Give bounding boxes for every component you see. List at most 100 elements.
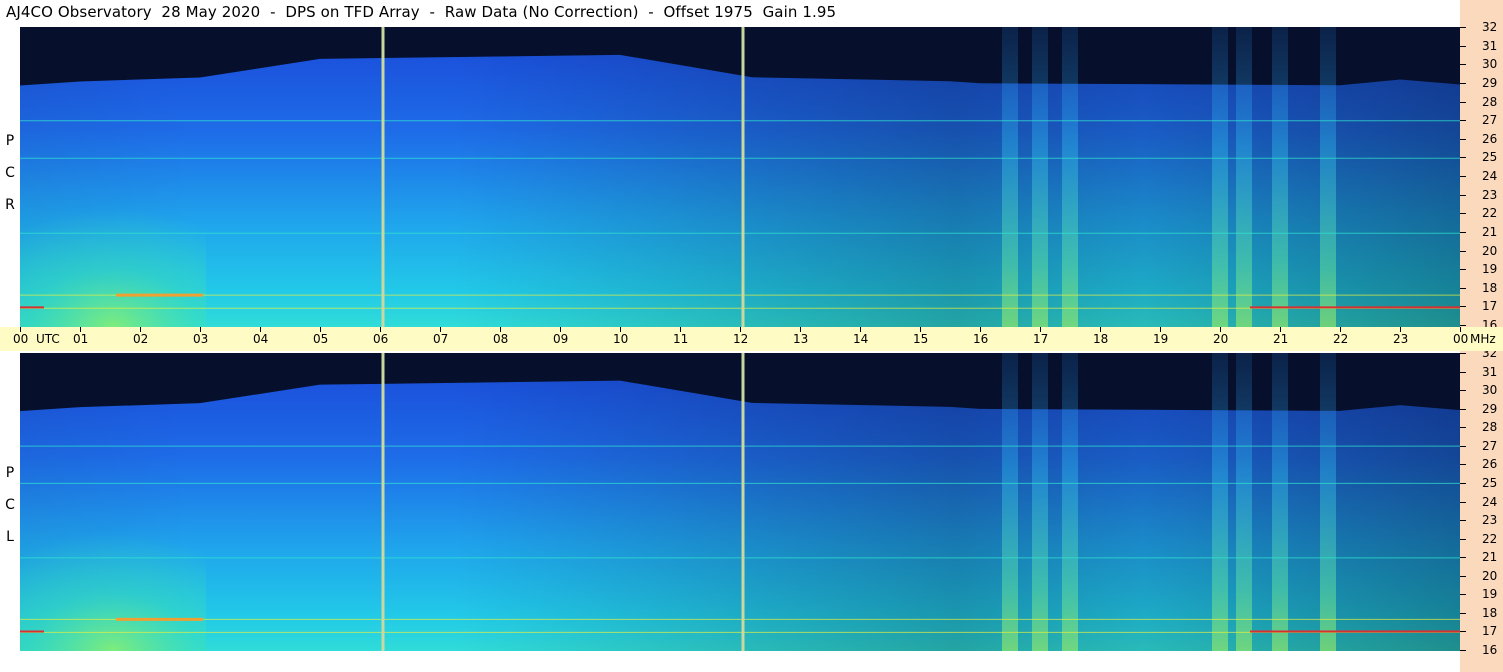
freq-tick-label: 30 [1482, 57, 1498, 72]
freq-tick-label: 23 [1482, 513, 1498, 528]
freq-tick-label: 23 [1482, 187, 1498, 202]
time-tick-label: 05 [313, 332, 329, 346]
freq-tick-label: 19 [1482, 587, 1498, 602]
freq-tick-label: 21 [1482, 224, 1498, 239]
freq-tick-label: 30 [1482, 383, 1498, 398]
evening-glow [20, 520, 206, 651]
burst-column [1272, 27, 1288, 327]
freq-tick-label: 16 [1482, 643, 1498, 657]
burst-column [1062, 27, 1078, 327]
freq-tick-label: 31 [1482, 364, 1498, 379]
burst-column [1032, 353, 1048, 651]
lcp-letter-c: C [5, 497, 15, 513]
rcp-letter-r: R [5, 197, 15, 213]
burst-column [1272, 353, 1288, 651]
time-tick-label: 16 [973, 332, 989, 346]
freq-tick-label: 28 [1482, 420, 1498, 435]
freq-tick-label: 31 [1482, 38, 1498, 53]
freq-tick-label: 24 [1482, 494, 1498, 509]
time-tick-label: 17 [1033, 332, 1049, 346]
time-tick-label: 18 [1093, 332, 1109, 346]
freq-tick [1460, 408, 1466, 410]
freq-tick [1460, 250, 1466, 252]
calibration-line [741, 27, 745, 327]
burst-column [1212, 353, 1228, 651]
calibration-line [381, 353, 385, 651]
freq-tick-label: 25 [1482, 475, 1498, 490]
time-tick-label: 01 [73, 332, 89, 346]
freq-tick [1460, 157, 1466, 159]
freq-tick-label: 22 [1482, 206, 1498, 221]
freq-tick [1460, 353, 1466, 354]
freq-tick-label: 17 [1482, 624, 1498, 639]
freq-tick-label: 24 [1482, 169, 1498, 183]
freq-tick [1460, 612, 1466, 614]
freq-tick-label: 29 [1482, 401, 1498, 416]
freq-tick [1460, 501, 1466, 503]
freq-tick-label: 20 [1482, 243, 1498, 258]
burst-column [1320, 27, 1336, 327]
freq-tick [1460, 390, 1466, 392]
time-axis: 00 01 02 03 04 05 06 07 08 09 10 11 12 13 14 15 16 17 18 19… [13, 327, 1496, 351]
freq-tick-label: 18 [1482, 605, 1498, 620]
freq-tick [1460, 325, 1466, 326]
time-tick-label: 08 [493, 332, 509, 346]
freq-axis-unit: MHz [1470, 332, 1496, 346]
rcp-spectrogram [20, 27, 1460, 327]
freq-tick-label: 17 [1482, 299, 1498, 314]
time-tick-label: 03 [193, 332, 209, 346]
time-tick-label: 20 [1213, 332, 1229, 346]
time-tick-label: 12 [733, 332, 749, 346]
freq-tick-label: 26 [1482, 457, 1498, 472]
burst-column [1320, 353, 1336, 651]
freq-tick [1460, 575, 1466, 577]
burst-column [1236, 353, 1252, 651]
lcp-letter-l: L [6, 529, 14, 545]
time-tick-label: 07 [433, 332, 449, 346]
freq-tick [1460, 482, 1466, 484]
rcp-letter-p: P [5, 133, 15, 149]
time-tick-label: 00 [1453, 332, 1469, 346]
time-tick-label: 04 [253, 332, 269, 346]
freq-tick-label: 27 [1482, 438, 1498, 453]
freq-tick [1460, 120, 1466, 122]
freq-tick [1460, 650, 1466, 651]
freq-tick [1460, 427, 1466, 429]
rcp-letter-c: C [5, 165, 15, 181]
freq-tick [1460, 631, 1466, 633]
time-tick-label: 14 [853, 332, 869, 346]
freq-tick-label: 18 [1482, 280, 1498, 295]
freq-tick-label: 21 [1482, 550, 1498, 565]
calibration-line [381, 27, 385, 327]
time-tick-label: 09 [553, 332, 569, 346]
burst-column [1212, 27, 1228, 327]
time-tick-label: 21 [1273, 332, 1289, 346]
time-tick-label: 06 [373, 332, 389, 346]
time-axis-unit: UTC [36, 332, 60, 346]
rcp-frequency-axis: 16 17 18 19 20 21 22 23 24 25 26 27 28 29 30 31 32 [1460, 0, 1503, 331]
freq-tick [1460, 287, 1466, 289]
freq-tick-label: 26 [1482, 131, 1498, 146]
freq-tick-label: 20 [1482, 568, 1498, 583]
lcp-frequency-axis: 16 17 18 19 20 21 22 23 24 25 26 27 28 29 30 31 32 [1460, 347, 1503, 672]
freq-tick-label: 25 [1482, 150, 1498, 165]
freq-tick [1460, 371, 1466, 373]
rcp-side-label: R C P [0, 27, 20, 327]
freq-tick [1460, 101, 1466, 103]
freq-tick [1460, 194, 1466, 196]
freq-tick [1460, 176, 1466, 177]
spectrogram-svg [20, 353, 1460, 651]
freq-tick [1460, 231, 1466, 233]
time-tick-label: 22 [1333, 332, 1349, 346]
freq-tick [1460, 557, 1466, 559]
time-tick-label: 13 [793, 332, 809, 346]
burst-column [1062, 353, 1078, 651]
freq-tick-label: 19 [1482, 262, 1498, 277]
freq-tick-label: 27 [1482, 113, 1498, 128]
time-tick-label: 19 [1153, 332, 1169, 346]
time-tick-label: 11 [673, 332, 689, 346]
lcp-spectrogram [20, 353, 1460, 651]
lcp-side-label: L C P [0, 353, 20, 651]
freq-tick [1460, 138, 1466, 140]
freq-tick [1460, 64, 1466, 66]
